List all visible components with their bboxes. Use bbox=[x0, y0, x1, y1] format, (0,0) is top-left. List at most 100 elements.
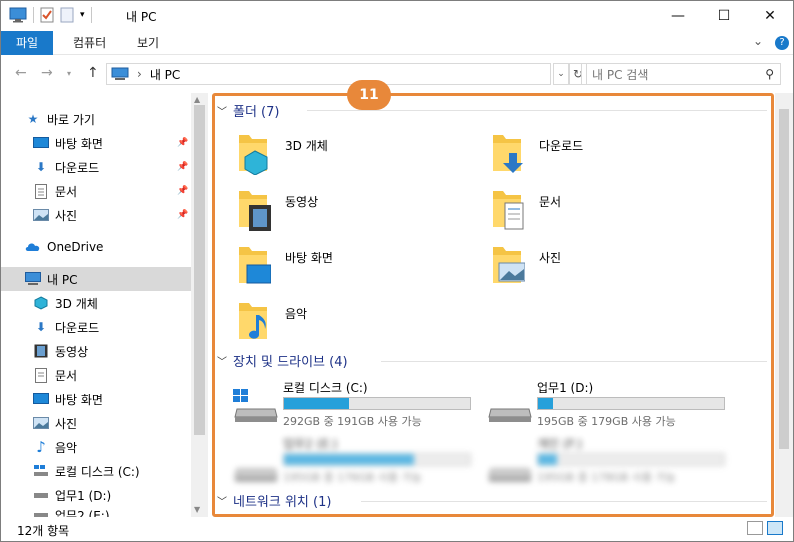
pin-icon[interactable]: 📌 bbox=[177, 162, 188, 172]
folder-label: 음악 bbox=[285, 307, 308, 321]
computer-icon bbox=[25, 271, 41, 287]
sidebar-item-label: 바탕 화면 bbox=[55, 392, 103, 407]
window-title: 내 PC bbox=[126, 10, 157, 24]
folder-documents[interactable]: 문서 bbox=[491, 187, 721, 235]
drive-usage-fill bbox=[284, 398, 349, 409]
ribbon-expand-icon[interactable]: ⌄ bbox=[753, 34, 763, 48]
picture-icon bbox=[33, 207, 49, 223]
sidebar-item-label: 업무1 (D:) bbox=[55, 488, 112, 503]
sidebar-item-videos[interactable]: 동영상 bbox=[1, 339, 191, 363]
address-dropdown-icon[interactable]: ⌄ bbox=[553, 63, 569, 85]
sidebar-item-label: 바탕 화면 bbox=[55, 136, 103, 151]
drive-icon bbox=[488, 408, 532, 422]
computer-icon bbox=[111, 67, 129, 80]
group-title: 폴더 (7) bbox=[233, 105, 280, 120]
tab-view[interactable]: 보기 bbox=[123, 31, 173, 55]
sidebar-item-quick-access[interactable]: ★ 바로 가기 bbox=[1, 107, 191, 131]
search-icon[interactable]: ⚲ bbox=[765, 67, 774, 81]
breadcrumb-separator[interactable]: › bbox=[137, 67, 142, 81]
drive-label: 업무2 (E:) bbox=[283, 437, 338, 451]
drive-label: 개인 (F:) bbox=[537, 437, 583, 451]
status-bar: 12개 항목 bbox=[1, 517, 793, 541]
sidebar-item-desktop[interactable]: 바탕 화면 📌 bbox=[1, 131, 191, 155]
content-scroll-thumb[interactable] bbox=[779, 109, 789, 449]
drive-space-text: 195GB 중 179GB 사용 가능 bbox=[537, 415, 676, 428]
chevron-down-icon[interactable]: ﹀ bbox=[217, 493, 227, 508]
sidebar-item-label: 문서 bbox=[55, 184, 78, 199]
drive-space-text: 195GB 중 178GB 사용 가능 bbox=[537, 471, 676, 484]
music-folder-icon bbox=[239, 303, 267, 339]
drive-d[interactable]: 업무1 (D:) 195GB 중 179GB 사용 가능 bbox=[465, 379, 725, 435]
breadcrumb-this-pc[interactable]: 내 PC bbox=[150, 66, 180, 83]
folder-desktop[interactable]: 바탕 화면 bbox=[237, 243, 467, 291]
sidebar-item-label: 로컬 디스크 (C:) bbox=[55, 464, 140, 479]
large-icons-view-icon[interactable] bbox=[767, 521, 783, 535]
drive-icon bbox=[488, 468, 532, 482]
customize-toolbar-icon[interactable]: ▾ bbox=[80, 10, 85, 20]
sidebar-item-documents[interactable]: 문서 📌 bbox=[1, 179, 191, 203]
scroll-down-icon[interactable]: ▼ bbox=[194, 505, 200, 514]
properties-icon[interactable] bbox=[40, 7, 54, 23]
folder-downloads[interactable]: 다운로드 bbox=[491, 131, 721, 179]
sidebar-item-pictures-pc[interactable]: 사진 bbox=[1, 411, 191, 435]
drive-c[interactable]: 로컬 디스크 (C:) 292GB 중 191GB 사용 가능 bbox=[211, 379, 471, 435]
forward-arrow-icon[interactable]: → bbox=[41, 65, 53, 81]
pin-icon[interactable]: 📌 bbox=[177, 210, 188, 220]
title-bar: ▾ 내 PC — ☐ ✕ bbox=[1, 1, 793, 31]
group-header-devices[interactable]: ﹀ 장치 및 드라이브 (4) bbox=[217, 351, 348, 370]
sidebar-item-label: 바로 가기 bbox=[47, 112, 95, 127]
tab-file[interactable]: 파일 bbox=[1, 31, 54, 55]
help-icon[interactable]: ? bbox=[775, 36, 789, 50]
sidebar-item-label: 업무2 (E:) bbox=[55, 509, 110, 517]
sidebar-item-this-pc[interactable]: 내 PC bbox=[1, 267, 191, 291]
sidebar-item-drive-c[interactable]: 로컬 디스크 (C:) bbox=[1, 459, 191, 483]
group-header-folders[interactable]: ﹀ 폴더 (7) bbox=[217, 101, 279, 120]
sidebar-item-label: 다운로드 bbox=[55, 160, 100, 175]
sidebar-item-drive-d[interactable]: 업무1 (D:) bbox=[1, 483, 191, 507]
search-placeholder: 내 PC 검색 bbox=[592, 67, 649, 82]
scroll-up-icon[interactable]: ▲ bbox=[194, 95, 200, 104]
sidebar-item-drive-e[interactable]: 업무2 (E:) bbox=[1, 507, 191, 517]
item-count: 12개 항목 bbox=[17, 524, 70, 538]
tab-computer[interactable]: 컴퓨터 bbox=[59, 31, 120, 55]
pin-icon[interactable]: 📌 bbox=[177, 186, 188, 196]
minimize-button[interactable]: — bbox=[655, 1, 701, 31]
sidebar-scroll-thumb[interactable] bbox=[194, 105, 205, 435]
sidebar-item-3d-objects[interactable]: 3D 개체 bbox=[1, 291, 191, 315]
windows-drive-icon bbox=[233, 389, 278, 422]
new-folder-icon[interactable] bbox=[60, 7, 74, 23]
drive-e[interactable]: 업무2 (E:) 195GB 중 176GB 사용 가능 bbox=[211, 435, 471, 491]
drive-f[interactable]: 개인 (F:) 195GB 중 178GB 사용 가능 bbox=[465, 435, 725, 491]
close-button[interactable]: ✕ bbox=[747, 1, 793, 31]
back-arrow-icon[interactable]: ← bbox=[15, 65, 27, 81]
address-bar[interactable]: › 내 PC bbox=[106, 63, 551, 85]
folder-videos[interactable]: 동영상 bbox=[237, 187, 467, 235]
quick-access-toolbar: ▾ bbox=[9, 7, 92, 23]
3d-objects-folder-icon bbox=[239, 135, 268, 175]
folder-pictures[interactable]: 사진 bbox=[491, 243, 721, 291]
document-icon bbox=[33, 183, 49, 199]
sidebar-item-desktop-pc[interactable]: 바탕 화면 bbox=[1, 387, 191, 411]
folder-3d-objects[interactable]: 3D 개체 bbox=[237, 131, 467, 179]
sidebar-item-documents-pc[interactable]: 문서 bbox=[1, 363, 191, 387]
search-input[interactable]: 내 PC 검색 ⚲ bbox=[581, 63, 781, 85]
up-arrow-icon[interactable]: ↑ bbox=[87, 65, 99, 81]
sidebar-item-downloads-pc[interactable]: ⬇ 다운로드 bbox=[1, 315, 191, 339]
recent-locations-icon[interactable]: ▾ bbox=[67, 69, 71, 78]
toolbar-divider bbox=[33, 7, 34, 23]
chevron-down-icon[interactable]: ﹀ bbox=[217, 103, 227, 118]
desktop-icon bbox=[33, 391, 49, 407]
sidebar-item-onedrive[interactable]: OneDrive bbox=[1, 235, 191, 259]
maximize-button[interactable]: ☐ bbox=[701, 1, 747, 31]
sidebar-item-music[interactable]: ♪ 음악 bbox=[1, 435, 191, 459]
folder-music[interactable]: 음악 bbox=[237, 299, 467, 347]
desktop-folder-icon bbox=[239, 247, 271, 284]
group-header-network[interactable]: ﹀ 네트워크 위치 (1) bbox=[217, 491, 331, 510]
sidebar-item-label: 사진 bbox=[55, 416, 78, 431]
details-view-icon[interactable] bbox=[747, 521, 763, 535]
chevron-down-icon[interactable]: ﹀ bbox=[217, 353, 227, 368]
sidebar-item-label: 동영상 bbox=[55, 344, 89, 359]
sidebar-item-pictures[interactable]: 사진 📌 bbox=[1, 203, 191, 227]
pin-icon[interactable]: 📌 bbox=[177, 138, 188, 148]
sidebar-item-downloads[interactable]: ⬇ 다운로드 📌 bbox=[1, 155, 191, 179]
